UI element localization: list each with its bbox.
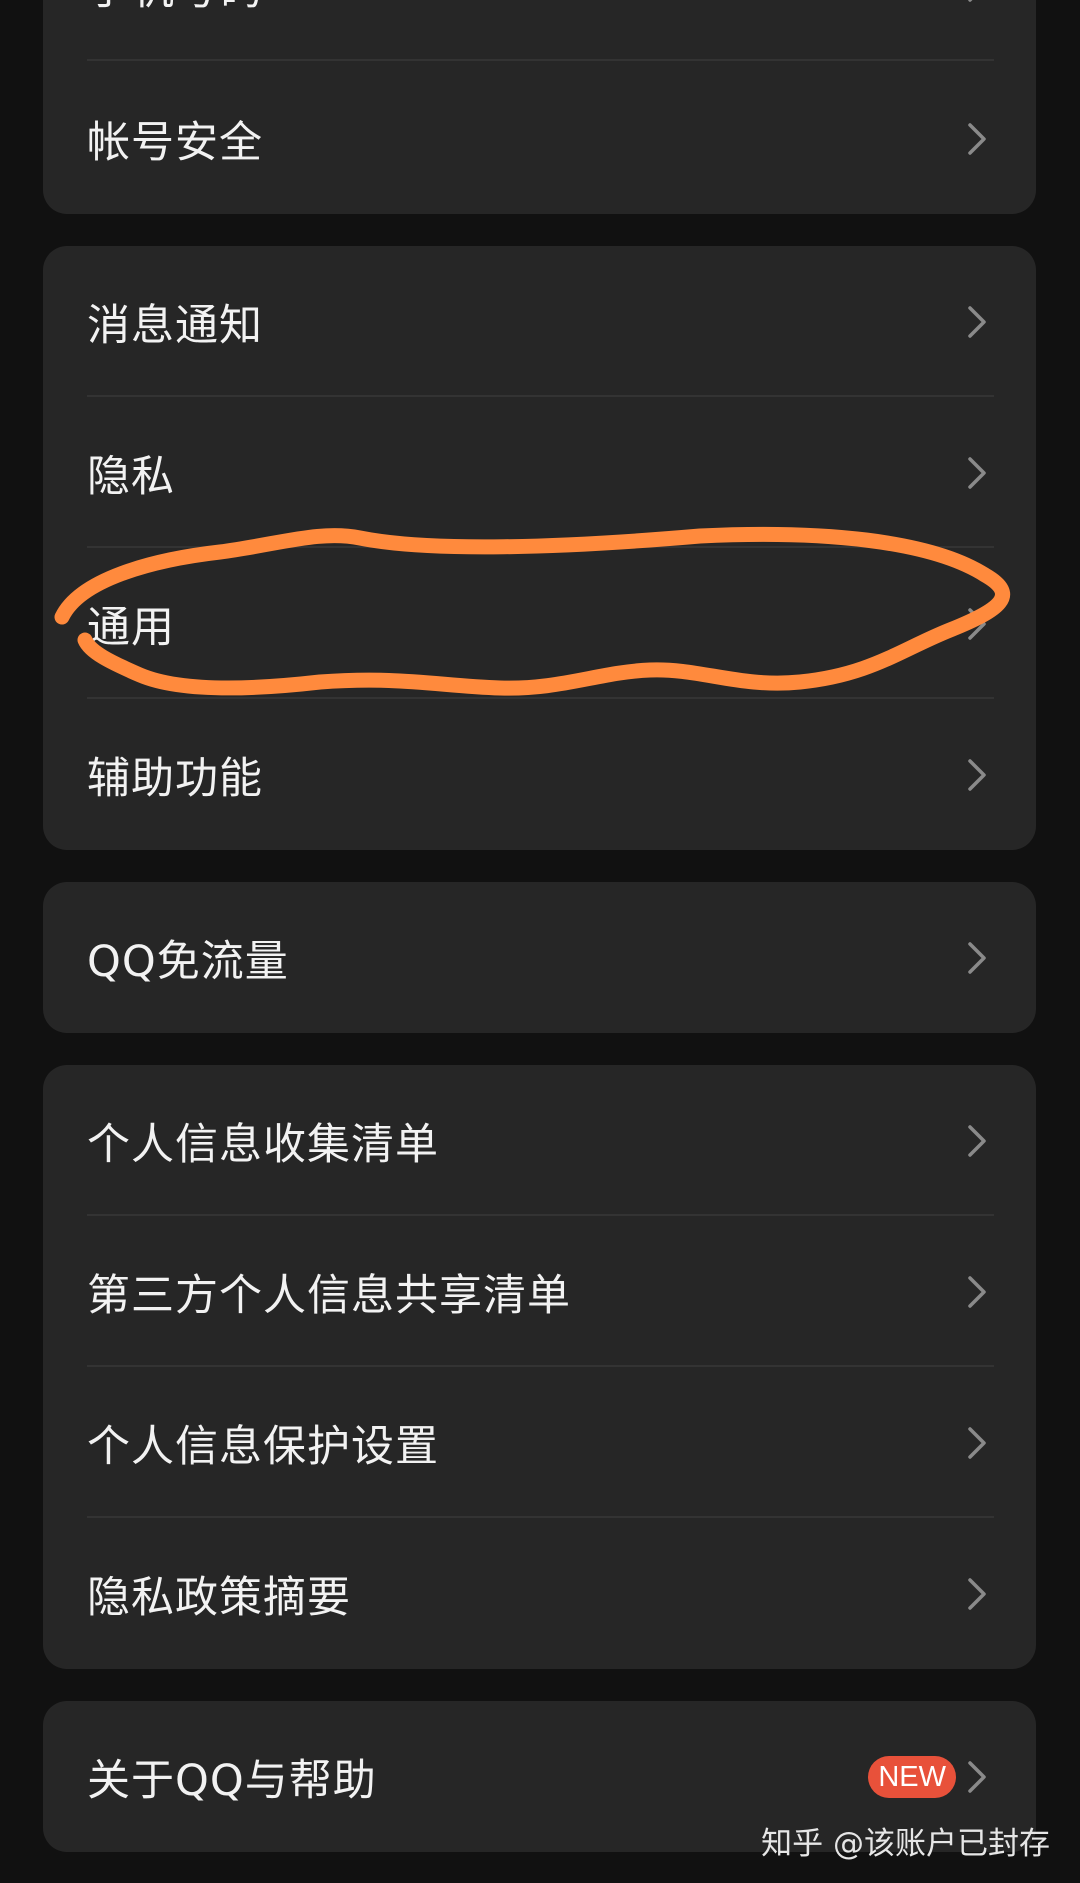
settings-item-label: 手机号码 xyxy=(87,0,263,17)
settings-item-qq-free-data[interactable]: QQ免流量 xyxy=(43,882,1036,1033)
settings-item-label: 第三方个人信息共享清单 xyxy=(87,1270,571,1321)
settings-item-label: 隐私政策摘要 xyxy=(87,1572,351,1623)
chevron-right-icon xyxy=(966,1759,988,1795)
divider xyxy=(87,59,994,61)
chevron-right-icon xyxy=(966,0,988,4)
chevron-right-icon xyxy=(966,1425,988,1461)
settings-item-phone-number[interactable]: 手机号码 xyxy=(43,0,1036,61)
settings-item-privacy-policy-summary[interactable]: 隐私政策摘要 xyxy=(43,1518,1036,1669)
settings-item-label: 辅助功能 xyxy=(87,753,263,804)
settings-item-third-party-sharing-list[interactable]: 第三方个人信息共享清单 xyxy=(43,1216,1036,1367)
chevron-right-icon xyxy=(966,304,988,340)
settings-item-label: 帐号安全 xyxy=(87,117,263,168)
settings-item-accessibility[interactable]: 辅助功能 xyxy=(43,699,1036,850)
new-badge: NEW xyxy=(868,1755,956,1798)
settings-item-label: 通用 xyxy=(87,602,175,653)
chevron-right-icon xyxy=(966,757,988,793)
settings-item-label: 隐私 xyxy=(87,451,175,502)
watermark: 知乎 @该账户已封存 xyxy=(761,1826,1050,1862)
chevron-right-icon xyxy=(966,455,988,491)
settings-item-label: QQ免流量 xyxy=(87,936,289,987)
settings-item-privacy[interactable]: 隐私 xyxy=(43,397,1036,548)
chevron-right-icon xyxy=(966,940,988,976)
chevron-right-icon xyxy=(966,1123,988,1159)
settings-item-info-protection-settings[interactable]: 个人信息保护设置 xyxy=(43,1367,1036,1518)
settings-item-notifications[interactable]: 消息通知 xyxy=(43,246,1036,397)
settings-group-data-saver: QQ免流量 xyxy=(43,882,1036,1033)
settings-item-label: 个人信息收集清单 xyxy=(87,1119,439,1170)
settings-group-account: 手机号码 帐号安全 xyxy=(43,0,1036,214)
chevron-right-icon xyxy=(966,121,988,157)
settings-item-label: 关于QQ与帮助 xyxy=(87,1755,377,1806)
settings-item-label: 个人信息保护设置 xyxy=(87,1421,439,1472)
settings-item-general[interactable]: 通用 xyxy=(43,548,1036,699)
chevron-right-icon xyxy=(966,1274,988,1310)
settings-item-account-security[interactable]: 帐号安全 xyxy=(43,63,1036,214)
chevron-right-icon xyxy=(966,606,988,642)
chevron-right-icon xyxy=(966,1576,988,1612)
settings-item-info-collection-list[interactable]: 个人信息收集清单 xyxy=(43,1065,1036,1216)
settings-item-label: 消息通知 xyxy=(87,300,263,351)
settings-group-general: 消息通知 隐私 通用 辅助功能 xyxy=(43,246,1036,850)
settings-group-personal-info: 个人信息收集清单 第三方个人信息共享清单 个人信息保护设置 隐私政策摘要 xyxy=(43,1065,1036,1669)
